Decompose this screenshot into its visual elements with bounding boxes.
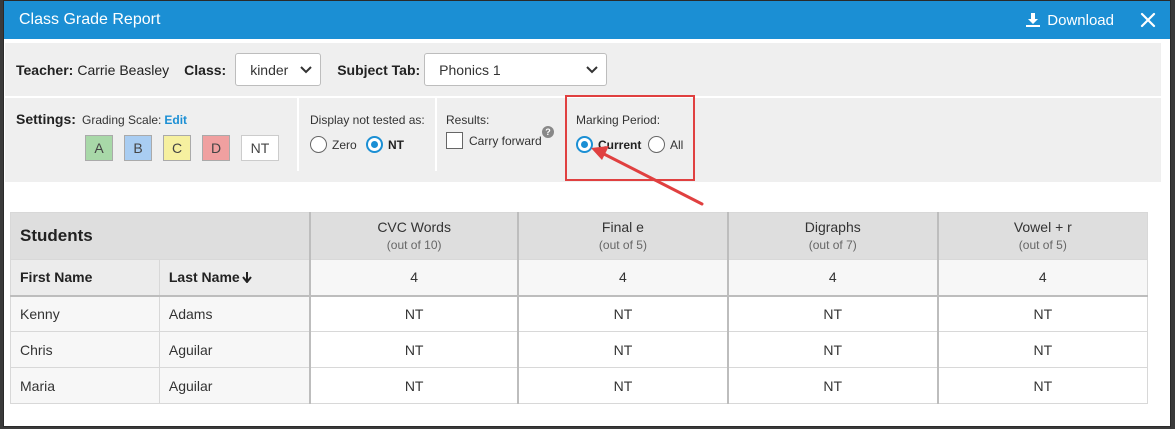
close-icon[interactable] bbox=[1140, 12, 1156, 28]
grade-swatch-nt: NT bbox=[241, 135, 279, 161]
class-label: Class: bbox=[184, 61, 227, 78]
column-header: Digraphs (out of 7) bbox=[726, 212, 939, 260]
subject-tab-select-value: Phonics 1 bbox=[439, 61, 501, 78]
carry-forward-label: Carry forward bbox=[469, 133, 542, 148]
radio-label: Current bbox=[598, 137, 642, 152]
table-row: Chris Aguilar NT NT NT NT bbox=[10, 331, 1148, 368]
settings-divider bbox=[435, 98, 437, 171]
grading-scale-text: Grading Scale: bbox=[82, 113, 162, 127]
score-cell[interactable]: NT bbox=[936, 331, 1148, 368]
column-count: 4 bbox=[936, 259, 1148, 297]
students-header: Students bbox=[10, 212, 311, 260]
carry-forward-checkbox[interactable]: Carry forward bbox=[446, 132, 542, 149]
display-not-tested-label: Display not tested as: bbox=[310, 113, 425, 127]
grade-swatch-d: D bbox=[202, 135, 230, 161]
last-name-cell: Adams bbox=[158, 295, 311, 332]
table-header-row: Students CVC Words (out of 10) Final e (ou… bbox=[10, 212, 1148, 260]
first-name-cell: Maria bbox=[10, 367, 160, 404]
subject-tab-label: Subject Tab: bbox=[337, 61, 421, 78]
column-header: Vowel + r (out of 5) bbox=[936, 212, 1148, 260]
subject-tab-select[interactable]: Phonics 1 bbox=[424, 53, 608, 86]
marking-current-radio[interactable]: Current bbox=[576, 136, 641, 153]
grade-swatch-b: B bbox=[124, 135, 152, 161]
settings-row: Settings: Grading Scale: Edit A B C D NT … bbox=[5, 98, 1161, 182]
score-cell[interactable]: NT bbox=[726, 331, 939, 368]
column-title: Final e bbox=[601, 219, 644, 235]
class-select[interactable]: kinder bbox=[235, 53, 322, 86]
teacher-value: Carrie Beasley bbox=[77, 61, 170, 78]
table-row: Maria Aguilar NT NT NT NT bbox=[10, 367, 1148, 404]
teacher-label: Teacher: bbox=[16, 61, 74, 78]
arrow-down-icon bbox=[241, 272, 252, 284]
column-count: 4 bbox=[309, 259, 519, 297]
column-title: CVC Words bbox=[377, 219, 451, 235]
column-subtitle: (out of 5) bbox=[598, 238, 647, 252]
last-name-cell: Aguilar bbox=[158, 367, 311, 404]
column-title: Vowel + r bbox=[1013, 219, 1072, 235]
score-cell[interactable]: NT bbox=[726, 367, 939, 404]
last-name-header-label: Last Name bbox=[168, 269, 240, 286]
grade-swatch-a: A bbox=[85, 135, 113, 161]
score-cell[interactable]: NT bbox=[936, 295, 1148, 332]
radio-circle bbox=[576, 136, 593, 153]
score-cell[interactable]: NT bbox=[936, 367, 1148, 404]
column-header: Final e (out of 5) bbox=[517, 212, 729, 260]
settings-divider bbox=[297, 98, 299, 171]
radio-label: All bbox=[670, 137, 684, 152]
score-cell[interactable]: NT bbox=[309, 295, 519, 332]
grade-swatch-c: C bbox=[163, 135, 191, 161]
score-cell[interactable]: NT bbox=[517, 295, 729, 332]
download-label: Download bbox=[1047, 11, 1114, 29]
chevron-down-icon bbox=[300, 65, 312, 73]
class-select-value: kinder bbox=[250, 61, 289, 78]
table-subheader-row: First Name Last Name 4 4 4 4 bbox=[10, 259, 1148, 297]
column-title: Digraphs bbox=[804, 219, 861, 235]
grading-scale-label: Grading Scale: Edit bbox=[82, 113, 187, 127]
edit-grading-scale-link[interactable]: Edit bbox=[164, 113, 187, 127]
score-cell[interactable]: NT bbox=[309, 367, 519, 404]
chevron-down-icon bbox=[586, 65, 598, 73]
column-subtitle: (out of 7) bbox=[808, 238, 857, 252]
marking-period-label: Marking Period: bbox=[576, 113, 661, 127]
radio-circle bbox=[648, 136, 665, 153]
first-name-cell: Kenny bbox=[10, 295, 160, 332]
column-subtitle: (out of 5) bbox=[1018, 238, 1067, 252]
title-bar: Class Grade Report Download bbox=[4, 1, 1170, 39]
score-cell[interactable]: NT bbox=[517, 367, 729, 404]
column-count: 4 bbox=[726, 259, 939, 297]
display-zero-radio[interactable]: Zero bbox=[310, 136, 357, 153]
filter-row: Teacher: Carrie Beasley Class: kinder Su… bbox=[5, 43, 1161, 96]
last-name-header[interactable]: Last Name bbox=[158, 259, 311, 297]
report-toolbar: Teacher: Carrie Beasley Class: kinder Su… bbox=[5, 43, 1161, 182]
radio-circle bbox=[366, 136, 383, 153]
display-nt-radio[interactable]: NT bbox=[366, 136, 404, 153]
grade-table: Students CVC Words (out of 10) Final e (ou… bbox=[10, 212, 1148, 404]
settings-label: Settings: bbox=[16, 111, 76, 127]
download-icon bbox=[1026, 13, 1041, 27]
table-row: Kenny Adams NT NT NT NT bbox=[10, 295, 1148, 332]
score-cell[interactable]: NT bbox=[517, 331, 729, 368]
column-subtitle: (out of 10) bbox=[386, 238, 442, 252]
radio-circle bbox=[310, 136, 327, 153]
score-cell[interactable]: NT bbox=[309, 331, 519, 368]
first-name-header[interactable]: First Name bbox=[10, 259, 160, 297]
radio-label: NT bbox=[388, 137, 404, 152]
column-count: 4 bbox=[517, 259, 729, 297]
download-button[interactable]: Download bbox=[1025, 12, 1114, 29]
help-icon[interactable]: ? bbox=[542, 126, 554, 138]
column-header: CVC Words (out of 10) bbox=[309, 212, 519, 260]
marking-all-radio[interactable]: All bbox=[648, 136, 683, 153]
radio-label: Zero bbox=[332, 137, 357, 152]
checkbox-box bbox=[446, 132, 463, 149]
window-title: Class Grade Report bbox=[19, 11, 161, 28]
first-name-cell: Chris bbox=[10, 331, 160, 368]
results-label: Results: bbox=[446, 113, 490, 127]
score-cell[interactable]: NT bbox=[726, 295, 939, 332]
last-name-cell: Aguilar bbox=[158, 331, 311, 368]
